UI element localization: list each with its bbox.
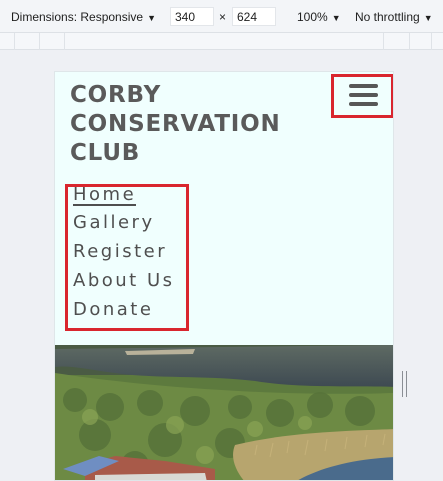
emulated-viewport: CORBY CONSERVATION CLUB Home Gallery Reg… [54, 71, 394, 481]
zoom-dropdown[interactable]: 100% ▼ [297, 10, 341, 25]
nav-link-home[interactable]: Home [73, 185, 137, 206]
width-input[interactable]: 340 [170, 7, 214, 26]
hero-image [55, 345, 393, 480]
caret-down-icon: ▼ [147, 13, 156, 23]
nav-menu: Home Gallery Register About Us Donate [65, 184, 189, 331]
menu-toggle-button[interactable] [331, 74, 393, 118]
site-title-line: CLUB [70, 140, 141, 166]
viewport-resize-handle[interactable] [402, 371, 407, 397]
height-input[interactable]: 624 [232, 7, 276, 26]
site-title[interactable]: CORBY CONSERVATION CLUB [70, 81, 310, 168]
nav-link-register[interactable]: Register [73, 241, 167, 263]
devtools-device-toolbar: Dimensions: Responsive ▼ 340 × 624 100% ▼ … [0, 0, 443, 33]
dimensions-dropdown[interactable]: Dimensions: Responsive ▼ [11, 10, 156, 25]
site-title-line: CONSERVATION [70, 111, 281, 137]
hero-photo [55, 345, 393, 480]
zoom-value: 100% [297, 10, 328, 24]
times-sign: × [219, 10, 227, 24]
throttling-value: No throttling [355, 10, 420, 24]
nav-link-donate[interactable]: Donate [73, 299, 153, 321]
dimensions-label: Dimensions: Responsive [11, 10, 144, 24]
caret-down-icon: ▼ [331, 13, 341, 23]
throttling-dropdown[interactable]: No throttling ▼ [355, 10, 433, 25]
caret-down-icon: ▼ [423, 13, 433, 23]
nav-link-about-us[interactable]: About Us [73, 270, 175, 292]
site-title-line: CORBY [70, 82, 162, 108]
media-query-ruler[interactable] [0, 33, 443, 50]
nav-link-gallery[interactable]: Gallery [73, 212, 155, 234]
